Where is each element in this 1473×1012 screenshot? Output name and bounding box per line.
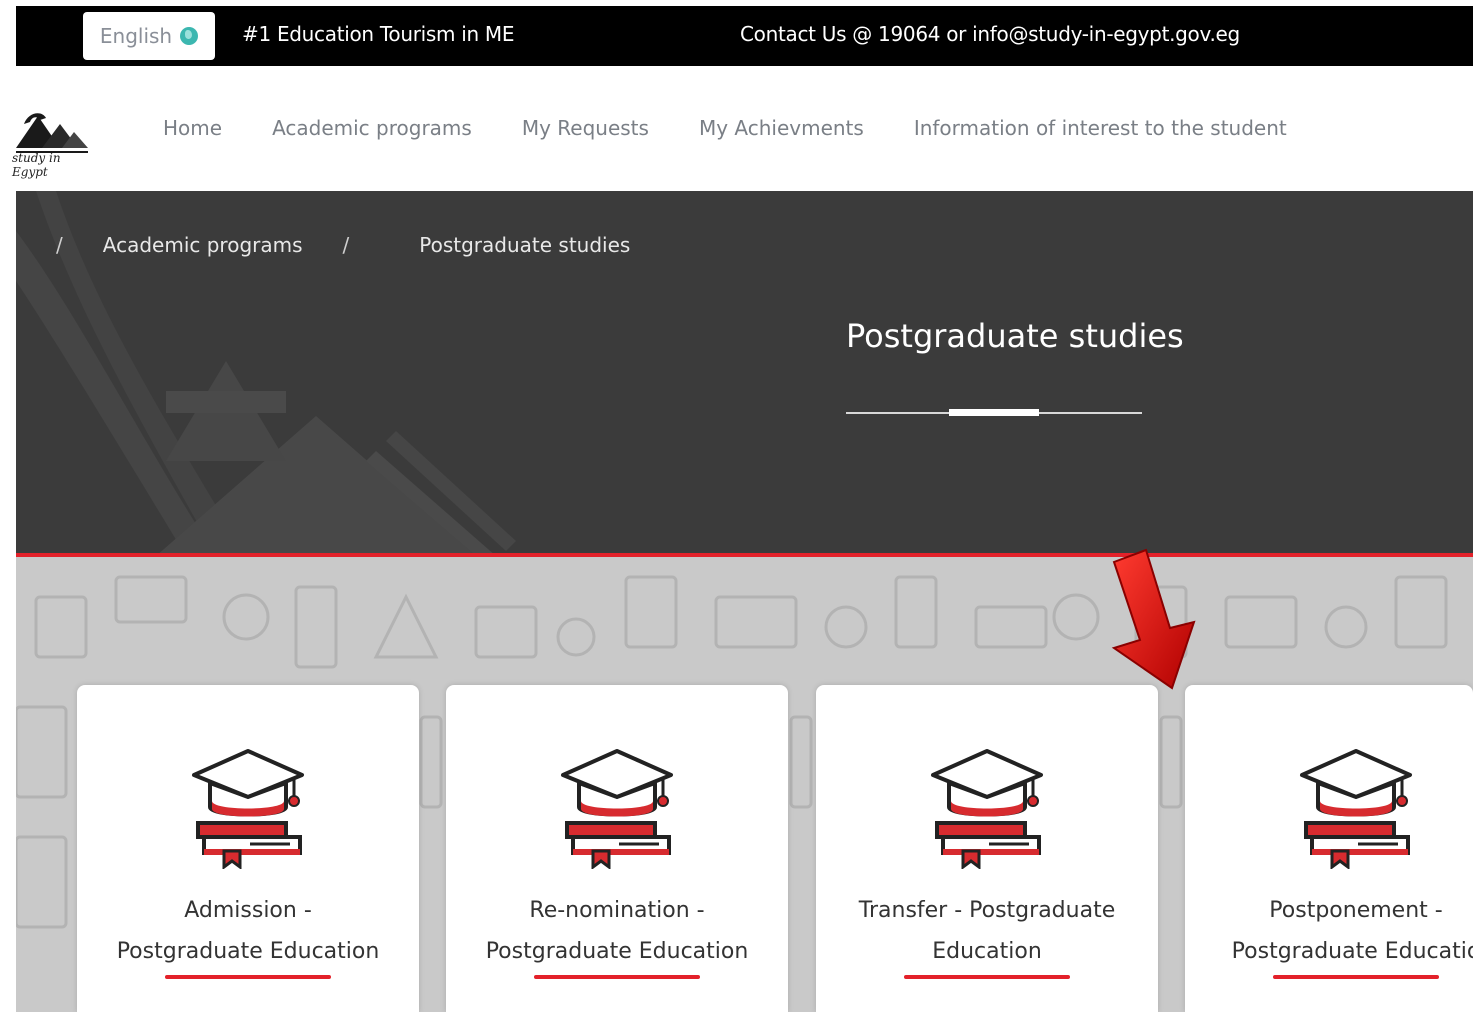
service-card-admission[interactable]: Admission - Postgraduate Education (77, 685, 419, 1012)
card-underline (165, 975, 331, 979)
page-title: Postgraduate studies (846, 317, 1184, 355)
card-title: Transfer - Postgraduate Education (826, 890, 1148, 972)
card-underline (534, 975, 700, 979)
red-arrow-annotation (1111, 548, 1196, 690)
card-title-line2: Postgraduate Education (485, 939, 749, 964)
card-title-line1: Postponement - (1269, 898, 1443, 923)
breadcrumb: / Academic programs / Postgraduate studi… (56, 233, 670, 257)
card-title-line1: Re-nomination - (529, 898, 705, 923)
main-navigation: study in Egypt Home Academic programs My… (0, 66, 1473, 191)
breadcrumb-item-academic-programs[interactable]: Academic programs (103, 233, 303, 257)
nav-item-my-achievements[interactable]: My Achievments (699, 116, 864, 140)
language-selector[interactable]: English (83, 12, 215, 60)
nav-item-academic-programs[interactable]: Academic programs (272, 116, 472, 140)
card-title-line2: Postgraduate Education (116, 939, 380, 964)
nav-item-my-requests[interactable]: My Requests (522, 116, 649, 140)
card-underline (1273, 975, 1439, 979)
graduation-cap-books-icon (561, 749, 673, 869)
breadcrumb-item-current: Postgraduate studies (419, 233, 631, 257)
graduation-cap-books-icon (1300, 749, 1412, 869)
service-card-renomination[interactable]: Re-nomination - Postgraduate Education (446, 685, 788, 1012)
card-title: Admission - Postgraduate Education (87, 890, 409, 972)
breadcrumb-separator: / (342, 233, 350, 257)
contact-info: Contact Us @ 19064 or info@study-in-egyp… (740, 22, 1240, 46)
nav-item-information[interactable]: Information of interest to the student (914, 116, 1287, 140)
logo-text: study in Egypt (12, 151, 61, 179)
language-label: English (99, 24, 173, 48)
card-title-line2: Education (932, 939, 1042, 964)
breadcrumb-separator: / (56, 233, 63, 257)
service-card-transfer[interactable]: Transfer - Postgraduate Education (816, 685, 1158, 1012)
card-title: Postponement - Postgraduate Educatio (1195, 890, 1473, 972)
site-logo[interactable]: study in Egypt (12, 106, 92, 181)
nav-links: Home Academic programs My Requests My Ac… (163, 116, 1287, 140)
title-divider-accent (949, 409, 1039, 416)
graduation-cap-books-icon (931, 749, 1043, 869)
card-underline (904, 975, 1070, 979)
card-title: Re-nomination - Postgraduate Education (456, 890, 778, 972)
hero-banner: / Academic programs / Postgraduate studi… (16, 191, 1473, 556)
graduation-cap-books-icon (192, 749, 304, 869)
tagline: #1 Education Tourism in ME (242, 22, 515, 46)
top-bar: English #1 Education Tourism in ME Conta… (16, 6, 1473, 66)
card-title-line1: Transfer - Postgraduate (858, 898, 1116, 923)
service-card-postponement[interactable]: Postponement - Postgraduate Educatio (1185, 685, 1473, 1012)
nav-item-home[interactable]: Home (163, 116, 222, 140)
globe-icon (180, 27, 199, 45)
card-title-line1: Admission - (184, 898, 312, 923)
card-title-line2: Postgraduate Educatio (1231, 939, 1473, 964)
